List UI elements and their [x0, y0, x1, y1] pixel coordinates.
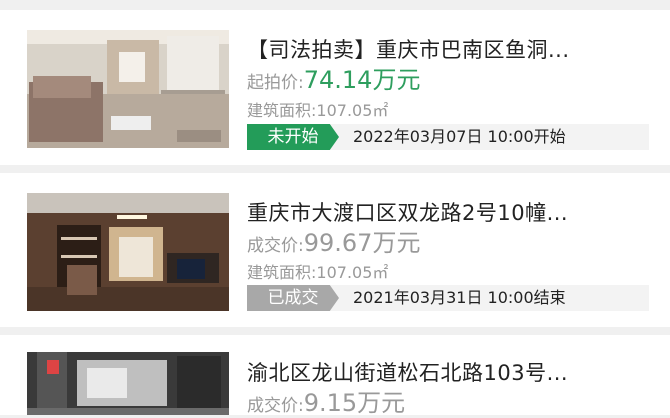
- area-label: 建筑面积:: [247, 263, 317, 282]
- status-badge: 未开始: [247, 124, 339, 150]
- price-value: 99.67万元: [303, 229, 421, 257]
- listing-photo[interactable]: [27, 352, 229, 415]
- area-row: 建筑面积:107.05㎡: [247, 259, 388, 283]
- price-label: 成交价:: [247, 236, 304, 256]
- auction-status-row: 已成交 2021年03月31日 10:00结束: [247, 285, 649, 311]
- status-badge: 已成交: [247, 285, 339, 311]
- price-value: 9.15万元: [303, 389, 406, 417]
- living-room-photo: [27, 193, 229, 311]
- status-time: 2022年03月07日 10:00开始: [353, 127, 566, 146]
- auction-status-row: 未开始 2022年03月07日 10:00开始: [247, 124, 649, 150]
- area-row: 建筑面积:107.05㎡: [247, 97, 388, 121]
- status-time: 2021年03月31日 10:00结束: [353, 288, 566, 307]
- living-room-photo: [27, 30, 229, 148]
- area-value: 107.05㎡: [316, 101, 389, 120]
- listing-card[interactable]: 重庆市大渡口区双龙路2号10幢... 成交价:99.67万元 建筑面积:107.…: [0, 173, 670, 327]
- listing-card[interactable]: 渝北区龙山街道松石北路103号... 成交价:9.15万元: [0, 335, 670, 418]
- price-value: 74.14万元: [303, 66, 421, 94]
- price-label: 起拍价:: [247, 73, 304, 93]
- price-label: 成交价:: [247, 396, 304, 416]
- area-value: 107.05㎡: [316, 263, 389, 282]
- area-label: 建筑面积:: [247, 101, 317, 120]
- listing-photo[interactable]: [27, 30, 229, 148]
- interior-photo: [27, 352, 229, 415]
- listing-card[interactable]: 【司法拍卖】重庆市巴南区鱼洞... 起拍价:74.14万元 建筑面积:107.0…: [0, 10, 670, 165]
- listing-photo[interactable]: [27, 193, 229, 311]
- price-row: 起拍价:74.14万元: [247, 60, 420, 95]
- price-row: 成交价:9.15万元: [247, 383, 405, 418]
- auction-listing-list: 【司法拍卖】重庆市巴南区鱼洞... 起拍价:74.14万元 建筑面积:107.0…: [0, 0, 670, 418]
- price-row: 成交价:99.67万元: [247, 223, 420, 258]
